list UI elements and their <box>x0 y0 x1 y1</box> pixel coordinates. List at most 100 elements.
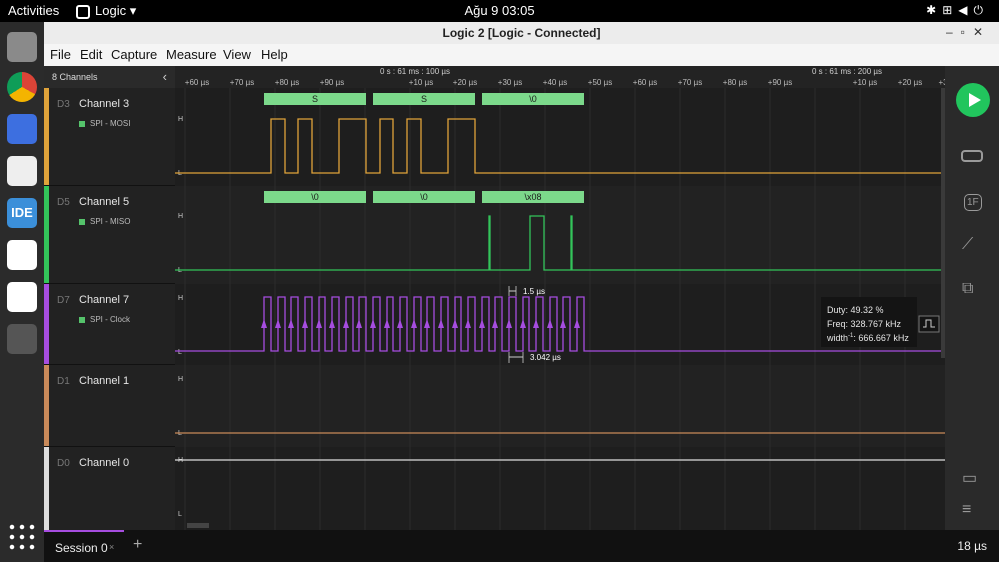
right-sidebar: 1F ⟋ ⧉ ▭ ≡ <box>945 66 999 530</box>
channel-name[interactable]: Channel 5 <box>79 196 129 208</box>
channel-row-d7[interactable]: D7 Channel 7 SPI - Clock <box>44 284 175 365</box>
timeline-tick: +70 µs <box>678 78 702 87</box>
hamburger-icon[interactable]: ≡ <box>962 501 971 519</box>
mosi-decode-row: S S \0 <box>264 93 584 105</box>
usb-drive-icon[interactable] <box>7 324 37 354</box>
maximize-icon[interactable]: ▫ <box>961 25 973 39</box>
analyzer-name: SPI - MISO <box>90 217 131 226</box>
lane-d1 <box>175 365 945 447</box>
system-clock[interactable]: Ağu 9 03:05 <box>0 3 999 18</box>
session-bar: Session 0 × + 18 µs <box>44 530 999 562</box>
menu-file[interactable]: File <box>50 47 71 62</box>
analyzer-dot-icon <box>79 218 85 225</box>
analyzer-label: SPI - MISO <box>79 217 130 226</box>
text-editor-icon[interactable] <box>7 156 37 186</box>
close-tab-icon[interactable]: × <box>109 542 114 552</box>
pulse-measure-icon[interactable] <box>918 315 940 333</box>
channel-name[interactable]: Channel 7 <box>79 294 129 306</box>
timeline-tick: +10 µs <box>853 78 877 87</box>
pulse-measure-icon-frame <box>918 315 940 333</box>
channel-name[interactable]: Channel 0 <box>79 457 129 469</box>
channel-panel: 8 Channels ‹ D3 Channel 3 SPI - MOSI D5 … <box>44 66 175 530</box>
timeline-tick: +90 µs <box>768 78 792 87</box>
files-icon[interactable] <box>7 32 37 62</box>
level-high-label: H <box>178 116 183 123</box>
channel-color-bar <box>44 186 49 283</box>
channel-row-d5[interactable]: D5 Channel 5 SPI - MISO <box>44 186 175 284</box>
channel-row-d1[interactable]: D1 Channel 1 <box>44 365 175 447</box>
channel-id: D7 <box>57 295 70 306</box>
app-logo-icon <box>76 4 90 19</box>
timeline-tick: +90 µs <box>320 78 344 87</box>
channel-color-bar <box>44 447 49 530</box>
timeline-tick: +20 µs <box>898 78 922 87</box>
timeline-tick: +10 µs <box>409 78 433 87</box>
freq-readout: Freq: 328.767 kHz <box>827 319 902 329</box>
system-top-bar: Activities Logic ▾ Ağu 9 03:05 ✱⊞◀⏻ <box>0 0 999 22</box>
horizontal-scrollbar[interactable] <box>187 523 209 528</box>
channel-row-d3[interactable]: D3 Channel 3 SPI - MOSI <box>44 88 175 186</box>
activities-button[interactable]: Activities <box>8 3 59 18</box>
channel-row-d0[interactable]: D0 Channel 0 <box>44 447 175 530</box>
power-icon: ⏻ <box>973 3 989 17</box>
decode-value: \0 <box>420 192 428 202</box>
analyzers-icon[interactable] <box>961 150 983 162</box>
minimize-icon[interactable]: – <box>946 25 961 39</box>
analyzer-dot-icon <box>79 316 85 323</box>
pulse-width-label: 1.5 µs <box>523 287 545 296</box>
logic-app-icon[interactable] <box>7 240 37 270</box>
analyzer-name: SPI - Clock <box>90 315 131 324</box>
inverse-width-readout: width-1: 666.667 kHz <box>826 333 909 343</box>
system-tray[interactable]: ✱⊞◀⏻ <box>926 3 989 18</box>
analyzer-label: SPI - Clock <box>79 315 130 324</box>
close-icon[interactable]: ✕ <box>973 25 991 39</box>
miso-decode-row: \0 \0 \x08 <box>264 191 584 203</box>
layout-icon[interactable]: ⧉ <box>962 280 973 298</box>
menu-edit[interactable]: Edit <box>80 47 102 62</box>
session-tab[interactable]: Session 0 × <box>44 530 124 562</box>
channel-id: D1 <box>57 376 70 387</box>
menu-help[interactable]: Help <box>261 47 288 62</box>
menu-measure[interactable]: Measure <box>166 47 217 62</box>
channel-id: D3 <box>57 99 70 110</box>
analyzer-dot-icon <box>79 120 85 127</box>
collapse-chevron-icon[interactable]: ‹ <box>163 69 167 84</box>
chevron-down-icon: ▾ <box>129 3 137 18</box>
window-controls[interactable]: –▫✕ <box>946 25 991 39</box>
chrome-icon[interactable] <box>7 72 37 102</box>
level-low-label: L <box>178 349 182 356</box>
menu-bar: File Edit Capture Measure View Help <box>44 44 999 66</box>
extensions-icon[interactable]: 1F <box>964 194 982 211</box>
channel-color-bar <box>44 365 49 446</box>
zoom-level: 18 µs <box>957 539 987 553</box>
screenshot-icon[interactable] <box>7 114 37 144</box>
app-grid-icon[interactable] <box>7 522 37 552</box>
analyzer-name: SPI - MOSI <box>90 119 131 128</box>
menu-capture[interactable]: Capture <box>111 47 157 62</box>
timeline-tick: +80 µs <box>275 78 299 87</box>
timeline-tick: +40 µs <box>543 78 567 87</box>
waveform-view[interactable]: 0 s : 61 ms : 100 µs 0 s : 61 ms : 200 µ… <box>175 66 945 530</box>
ide-icon[interactable]: IDE <box>7 198 37 228</box>
app-menu-label: Logic <box>95 3 127 18</box>
chat-icon[interactable]: ▭ <box>962 468 977 488</box>
menu-view[interactable]: View <box>223 47 251 62</box>
play-button[interactable] <box>956 83 990 117</box>
decode-value: S <box>312 94 318 104</box>
network-icon: ⊞ <box>942 3 959 17</box>
level-high-label: H <box>178 213 183 220</box>
app-menu-button[interactable]: Logic ▾ <box>76 3 136 19</box>
timeline-marker-left: 0 s : 61 ms : 100 µs <box>380 67 450 76</box>
add-session-button[interactable]: + <box>133 536 142 554</box>
notes-icon[interactable] <box>7 282 37 312</box>
ruler-icon[interactable]: ⟋ <box>962 236 973 254</box>
period-label: 3.042 µs <box>530 353 561 362</box>
channel-id: D5 <box>57 197 70 208</box>
channel-count: 8 Channels <box>52 72 98 82</box>
channel-name[interactable]: Channel 1 <box>79 375 129 387</box>
decode-value: \0 <box>311 192 319 202</box>
channel-name[interactable]: Channel 3 <box>79 98 129 110</box>
timeline-marker-right: 0 s : 61 ms : 200 µs <box>812 67 882 76</box>
timeline-tick: +20 µs <box>453 78 477 87</box>
window-title-bar: Logic 2 [Logic - Connected] –▫✕ <box>44 22 999 44</box>
